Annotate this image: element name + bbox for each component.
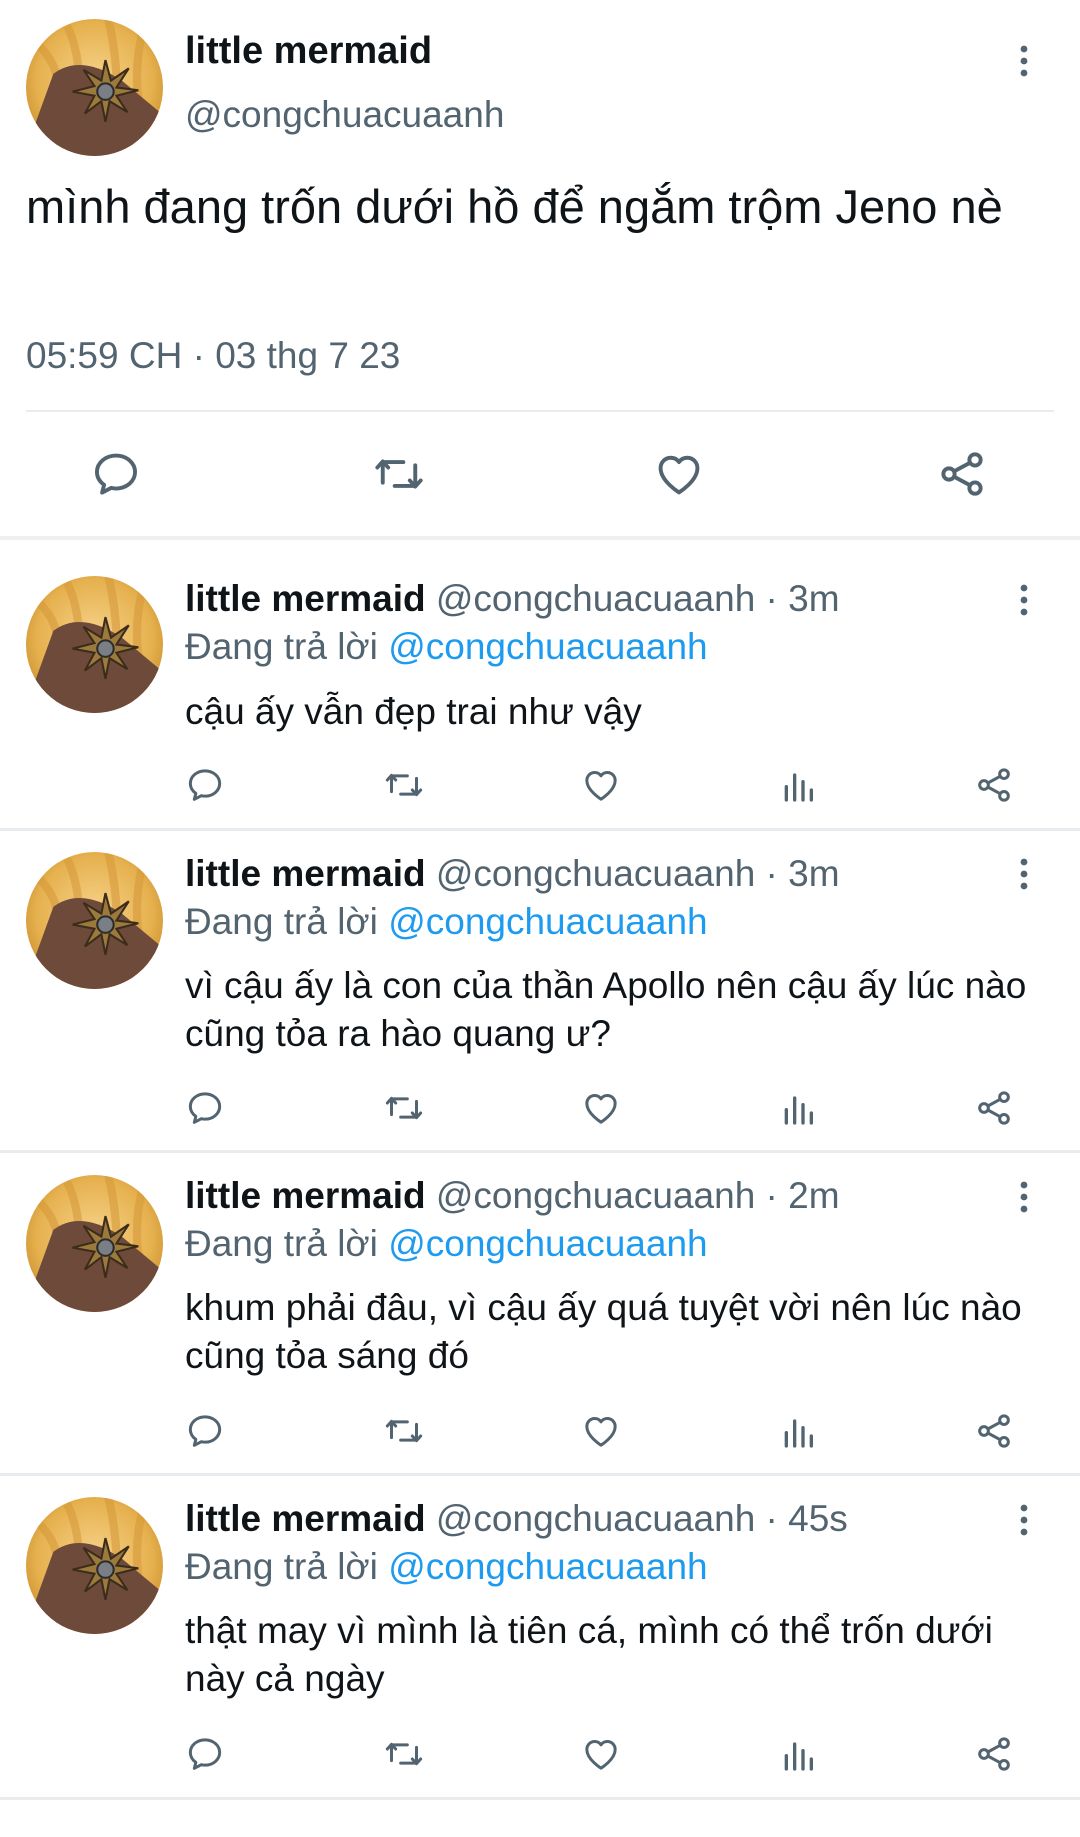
display-name[interactable]: little mermaid <box>185 30 432 73</box>
reply-text: khum phải đâu, vì cậu ấy quá tuyệt vời n… <box>185 1287 1022 1376</box>
replying-to: Đang trả lời @congchuacuaanh <box>185 901 708 943</box>
replying-to: Đang trả lời @congchuacuaanh <box>185 626 708 668</box>
share-icon[interactable] <box>974 765 1014 805</box>
more-options-icon[interactable] <box>1020 45 1028 77</box>
avatar[interactable] <box>26 1175 163 1312</box>
reply-icon[interactable] <box>185 1734 225 1774</box>
section-divider <box>0 1150 1080 1153</box>
replying-to: Đang trả lời @congchuacuaanh <box>185 1546 708 1588</box>
replying-to-label: Đang trả lời <box>185 1223 378 1264</box>
section-divider <box>0 1797 1080 1800</box>
section-divider <box>0 828 1080 831</box>
replying-to: Đang trả lời @congchuacuaanh <box>185 1223 708 1265</box>
views-icon[interactable] <box>778 1088 818 1128</box>
reply-icon[interactable] <box>185 1088 225 1128</box>
user-handle[interactable]: @congchuacuaanh <box>185 94 504 136</box>
tweet-timestamp: 05:59 CH · 03 thg 7 23 <box>26 335 401 376</box>
retweet-icon[interactable] <box>382 1088 426 1128</box>
replying-to-label: Đang trả lời <box>185 626 378 667</box>
more-options-icon[interactable] <box>1020 1504 1028 1536</box>
display-name[interactable]: little mermaid <box>185 853 426 894</box>
avatar[interactable] <box>26 1497 163 1634</box>
reply-header: little mermaid @congchuacuaanh · 2m <box>185 1175 840 1217</box>
display-name[interactable]: little mermaid <box>185 1498 426 1539</box>
retweet-icon[interactable] <box>382 1411 426 1451</box>
more-options-icon[interactable] <box>1020 1181 1028 1213</box>
handle-and-time: @congchuacuaanh · 3m <box>435 853 840 894</box>
avatar[interactable] <box>26 19 163 156</box>
reply-text: cậu ấy vẫn đẹp trai như vậy <box>185 691 642 732</box>
avatar[interactable] <box>26 852 163 989</box>
reply-icon[interactable] <box>90 448 142 500</box>
like-icon[interactable] <box>580 1411 622 1451</box>
mention-link[interactable]: @congchuacuaanh <box>388 1546 707 1587</box>
mention-link[interactable]: @congchuacuaanh <box>388 1223 707 1264</box>
mention-link[interactable]: @congchuacuaanh <box>388 901 707 942</box>
reply-icon[interactable] <box>185 765 225 805</box>
retweet-icon[interactable] <box>382 765 426 805</box>
handle-and-time: @congchuacuaanh · 3m <box>435 578 840 619</box>
reply-icon[interactable] <box>185 1411 225 1451</box>
replying-to-label: Đang trả lời <box>185 1546 378 1587</box>
more-options-icon[interactable] <box>1020 584 1028 616</box>
share-icon[interactable] <box>974 1734 1014 1774</box>
replying-to-label: Đang trả lời <box>185 901 378 942</box>
divider <box>26 410 1054 412</box>
like-icon[interactable] <box>580 765 622 805</box>
retweet-icon[interactable] <box>370 448 428 500</box>
section-divider <box>0 1473 1080 1476</box>
views-icon[interactable] <box>778 1411 818 1451</box>
views-icon[interactable] <box>778 765 818 805</box>
more-options-icon[interactable] <box>1020 858 1028 890</box>
share-icon[interactable] <box>974 1411 1014 1451</box>
avatar[interactable] <box>26 576 163 713</box>
mention-link[interactable]: @congchuacuaanh <box>388 626 707 667</box>
reply-header: little mermaid @congchuacuaanh · 3m <box>185 578 840 620</box>
reply-text: thật may vì mình là tiên cá, mình có thể… <box>185 1610 993 1699</box>
share-icon[interactable] <box>974 1088 1014 1128</box>
reply-text: vì cậu ấy là con của thần Apollo nên cậu… <box>185 965 1027 1054</box>
like-icon[interactable] <box>580 1734 622 1774</box>
handle-and-time: @congchuacuaanh · 45s <box>435 1498 848 1539</box>
views-icon[interactable] <box>778 1734 818 1774</box>
display-name[interactable]: little mermaid <box>185 1175 426 1216</box>
display-name[interactable]: little mermaid <box>185 578 426 619</box>
section-divider <box>0 536 1080 540</box>
like-icon[interactable] <box>652 448 706 500</box>
reply-header: little mermaid @congchuacuaanh · 45s <box>185 1498 848 1540</box>
share-icon[interactable] <box>936 448 988 500</box>
tweet-text: mình đang trốn dưới hồ để ngắm trộm Jeno… <box>26 180 1003 233</box>
reply-header: little mermaid @congchuacuaanh · 3m <box>185 853 840 895</box>
like-icon[interactable] <box>580 1088 622 1128</box>
retweet-icon[interactable] <box>382 1734 426 1774</box>
handle-and-time: @congchuacuaanh · 2m <box>435 1175 840 1216</box>
